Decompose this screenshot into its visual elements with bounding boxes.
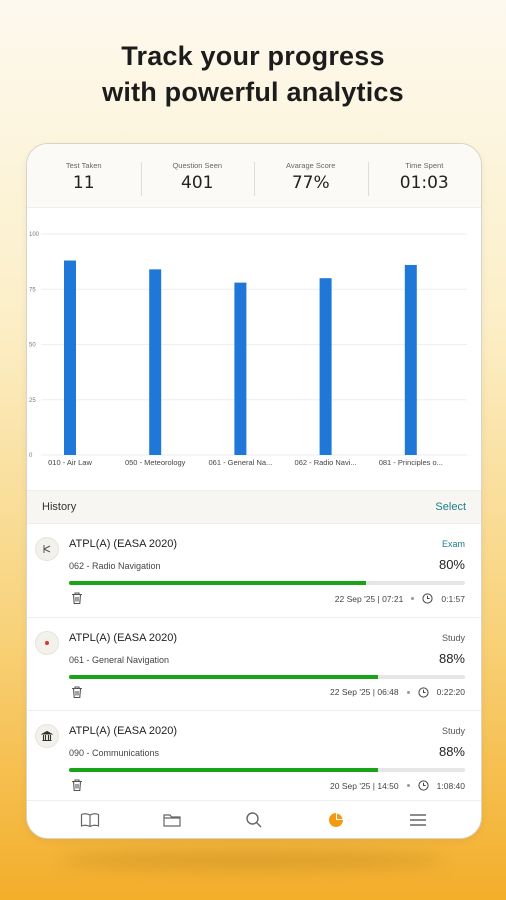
stat-time-spent: Time Spent 01:03 <box>367 144 482 207</box>
headline: Track your progress with powerful analyt… <box>0 38 506 110</box>
device-shadow <box>60 850 446 870</box>
item-subject: 062 - Radio Navigation <box>69 561 161 571</box>
bottom-tab-bar <box>27 800 481 838</box>
item-duration: 0:1:57 <box>441 593 465 604</box>
x-tick-label: 061 - General Na... <box>209 458 273 467</box>
chart-svg: 0 25 50 75 100 010 - Air Law 050 - Meteorology… <box>29 232 467 467</box>
history-title: History <box>42 501 77 513</box>
progress-fill <box>69 581 366 585</box>
chart-bar[interactable] <box>234 282 247 455</box>
item-mode: Study <box>441 632 465 643</box>
headline-line2: with powerful analytics <box>102 77 404 107</box>
subject-score-chart: 0 25 50 75 100 010 - Air Law 050 - Meteorology… <box>27 208 481 490</box>
separator-dot <box>411 597 415 600</box>
history-item[interactable]: ATPL(A) (EASA 2020) Exam 062 - Radio Nav… <box>27 524 481 618</box>
tab-menu[interactable] <box>398 805 438 835</box>
tab-folder[interactable] <box>152 805 192 835</box>
stat-value: 401 <box>181 173 214 193</box>
progress-bar <box>69 581 465 585</box>
clock-icon <box>418 780 429 791</box>
trash-icon[interactable] <box>70 685 84 699</box>
tab-search[interactable] <box>234 805 274 835</box>
item-score: 88% <box>438 744 465 759</box>
item-title: ATPL(A) (EASA 2020) <box>69 725 178 737</box>
folder-icon <box>163 813 181 827</box>
chart-bar[interactable] <box>404 264 417 455</box>
item-score: 80% <box>438 557 465 572</box>
chart-bar[interactable] <box>319 278 332 455</box>
progress-bar <box>69 674 465 679</box>
item-mode: Study <box>441 726 465 736</box>
stat-questions-seen: Question Seen 401 <box>140 144 255 207</box>
item-subject: 061 - General Navigation <box>69 654 170 665</box>
select-button[interactable]: Select <box>435 501 466 513</box>
building-icon <box>35 724 59 748</box>
item-date: 22 Sep '25 | 07:21 <box>334 593 404 604</box>
clock-icon <box>418 686 429 698</box>
y-tick-label: 0 <box>29 453 33 459</box>
item-meta: 22 Sep '25 | 07:21 0:1:57 <box>335 593 465 604</box>
stat-label: Time Spent <box>405 161 444 170</box>
item-duration: 0:22:20 <box>436 687 465 697</box>
stat-label: Avarage Score <box>286 161 336 170</box>
device-screen: Test Taken 11 Question Seen 401 Avarage … <box>26 143 482 839</box>
x-tick-label: 062 - Radio Navi... <box>295 458 357 467</box>
history-item[interactable]: ATPL(A) (EASA 2020) Study 061 - General … <box>27 618 481 711</box>
headline-line1: Track your progress <box>121 41 385 71</box>
history-list: ATPL(A) (EASA 2020) Exam 062 - Radio Nav… <box>27 524 481 805</box>
item-date: 22 Sep '25 | 06:48 <box>330 687 399 697</box>
stat-tests-taken: Test Taken 11 <box>27 144 141 207</box>
compass-pin-icon <box>35 630 59 655</box>
stat-average-score: Avarage Score 77% <box>254 144 368 207</box>
stat-label: Question Seen <box>172 161 223 170</box>
y-tick-label: 25 <box>29 398 36 404</box>
stat-label: Test Taken <box>65 161 102 170</box>
progress-fill <box>69 768 378 772</box>
item-meta: 22 Sep '25 | 06:48 0:22:20 <box>330 686 465 698</box>
book-icon <box>80 812 100 827</box>
pie-chart-icon <box>329 812 343 827</box>
search-icon <box>246 811 262 827</box>
stat-value: 01:03 <box>399 173 449 193</box>
tab-book[interactable] <box>70 805 110 835</box>
history-header: History Select <box>27 490 481 524</box>
item-title: ATPL(A) (EASA 2020) <box>69 538 178 550</box>
item-mode: Exam <box>441 539 465 549</box>
tab-analytics[interactable] <box>316 805 356 835</box>
y-tick-label: 100 <box>29 232 40 238</box>
progress-bar <box>69 768 465 772</box>
stat-value: 77% <box>291 173 330 193</box>
item-subject: 090 - Communications <box>69 748 160 758</box>
separator-dot <box>406 690 410 694</box>
trash-icon[interactable] <box>70 591 84 605</box>
history-item[interactable]: ATPL(A) (EASA 2020) Study 090 - Communic… <box>27 711 481 805</box>
item-meta: 20 Sep '25 | 14:50 1:08:40 <box>330 780 465 791</box>
item-title: ATPL(A) (EASA 2020) <box>69 631 178 644</box>
item-duration: 1:08:40 <box>436 780 465 791</box>
trash-icon[interactable] <box>70 778 84 792</box>
y-tick-label: 50 <box>29 343 36 349</box>
separator-dot <box>406 784 410 787</box>
item-score: 88% <box>438 650 465 666</box>
item-date: 20 Sep '25 | 14:50 <box>330 780 399 791</box>
chart-bar[interactable] <box>64 260 76 455</box>
y-tick-label: 75 <box>29 287 36 293</box>
progress-fill <box>69 674 378 679</box>
stats-bar: Test Taken 11 Question Seen 401 Avarage … <box>27 144 481 208</box>
clock-icon <box>422 593 433 604</box>
chart-bar[interactable] <box>149 269 162 455</box>
stat-value: 11 <box>72 173 95 193</box>
x-tick-label: 050 - Meteorology <box>125 458 186 467</box>
radio-tower-icon <box>35 537 59 561</box>
x-tick-label: 010 - Air Law <box>48 458 92 467</box>
x-tick-label: 081 - Principles o... <box>379 458 443 467</box>
menu-icon <box>410 813 426 826</box>
